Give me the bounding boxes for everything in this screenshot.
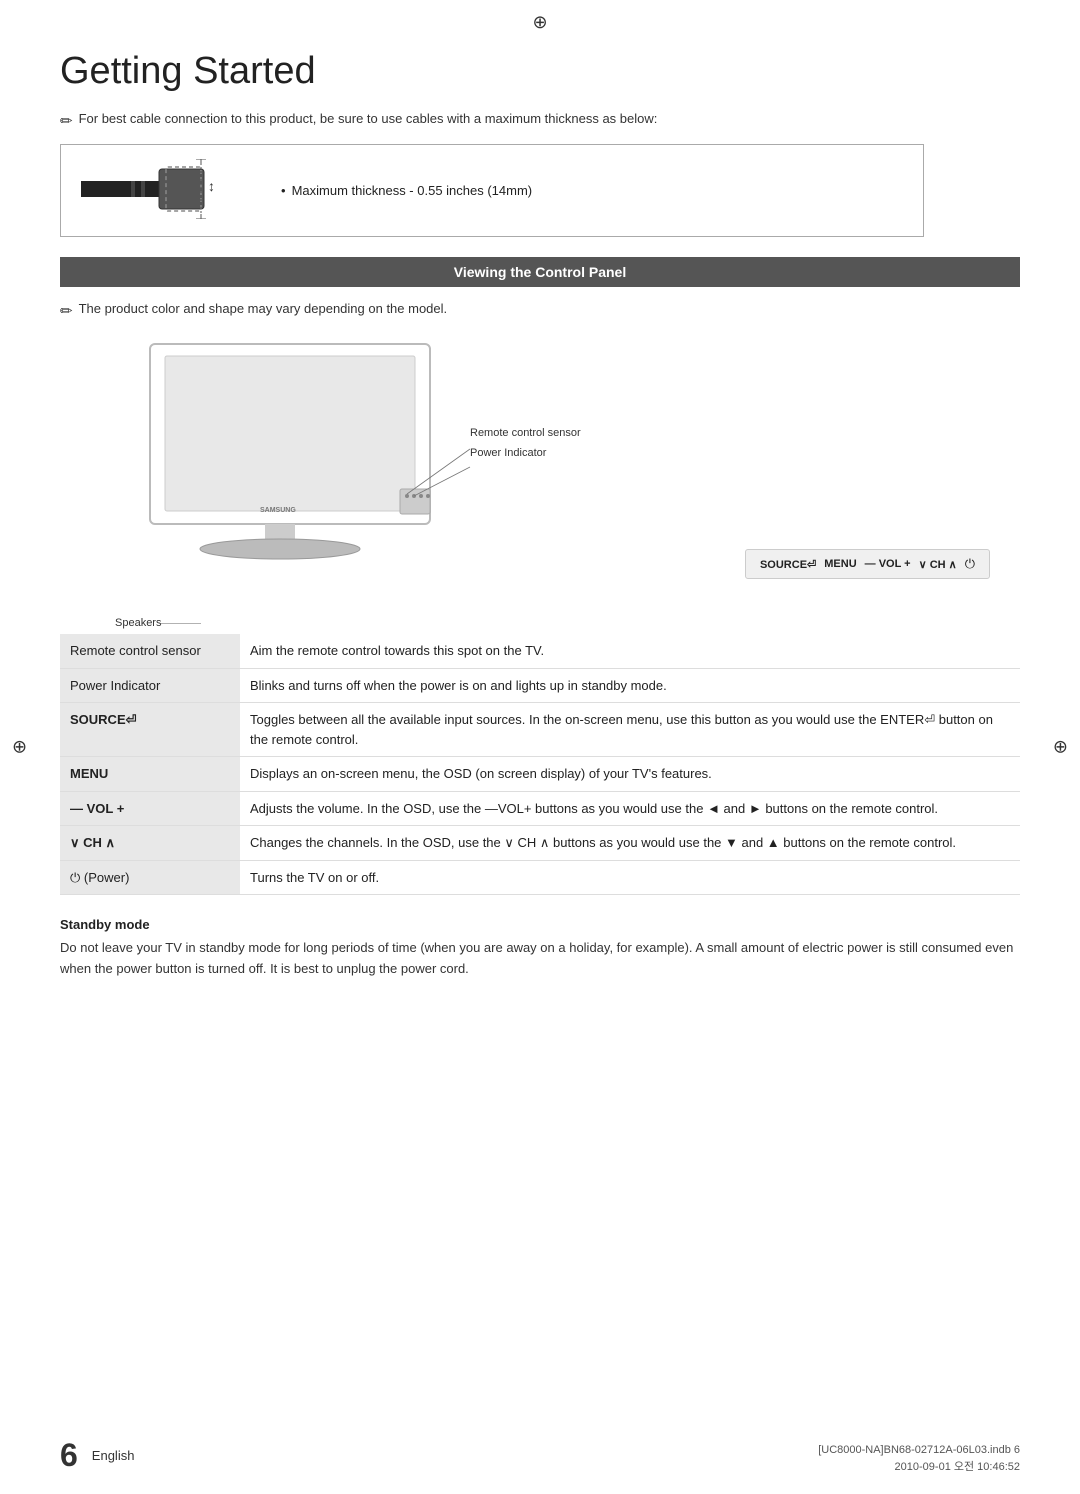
page-title: Getting Started — [60, 50, 1020, 93]
footer-date: 2010-09-01 오전 10:46:52 — [895, 1458, 1020, 1474]
reg-mark-left: ⊕ — [12, 737, 27, 758]
table-row: ⏻ (Power)Turns the TV on or off. — [60, 860, 1020, 895]
table-row: SOURCE⏎Toggles between all the available… — [60, 703, 1020, 757]
footer: 6 English [UC8000-NA]BN68-02712A-06L03.i… — [0, 1437, 1080, 1474]
standby-section: Standby mode Do not leave your TV in sta… — [60, 917, 1020, 980]
vol-button-label: — VOL + — [865, 558, 911, 570]
tv-illustration: SAMSUNG — [110, 334, 490, 594]
ch-button-label: ∨ CH ∧ — [919, 558, 957, 571]
remote-sensor-label: Remote control sensor — [470, 424, 581, 439]
table-row: Power IndicatorBlinks and turns off when… — [60, 668, 1020, 703]
table-cell-desc-3: Displays an on-screen menu, the OSD (on … — [240, 757, 1020, 792]
table-cell-label-0: Remote control sensor — [60, 634, 240, 668]
power-indicator-label: Power Indicator — [470, 444, 546, 459]
control-table: Remote control sensorAim the remote cont… — [60, 634, 1020, 895]
footer-left: 6 English — [60, 1437, 134, 1474]
cable-box: ↕ Maximum thickness - 0.55 inches (14mm) — [60, 144, 924, 237]
cable-thickness-label: Maximum thickness - 0.55 inches (14mm) — [281, 183, 532, 198]
table-cell-label-1: Power Indicator — [60, 668, 240, 703]
power-button-label: ⏻ — [965, 556, 975, 572]
table-cell-label-4: — VOL + — [60, 791, 240, 826]
table-cell-desc-0: Aim the remote control towards this spot… — [240, 634, 1020, 668]
table-row: — VOL +Adjusts the volume. In the OSD, u… — [60, 791, 1020, 826]
note1-text: For best cable connection to this produc… — [79, 111, 658, 126]
table-cell-label-2: SOURCE⏎ — [60, 703, 240, 757]
table-cell-desc-1: Blinks and turns off when the power is o… — [240, 668, 1020, 703]
table-cell-desc-5: Changes the channels. In the OSD, use th… — [240, 826, 1020, 861]
note1: ✏ For best cable connection to this prod… — [60, 111, 1020, 130]
table-cell-desc-6: Turns the TV on or off. — [240, 860, 1020, 895]
reg-mark-right: ⊕ — [1053, 737, 1068, 758]
page-number: 6 — [60, 1437, 78, 1474]
table-row: ∨ CH ∧Changes the channels. In the OSD, … — [60, 826, 1020, 861]
table-row: MENUDisplays an on-screen menu, the OSD … — [60, 757, 1020, 792]
footer-right: [UC8000-NA]BN68-02712A-06L03.indb 6 2010… — [818, 1444, 1020, 1474]
reg-mark-top: ⊕ — [532, 12, 547, 33]
table-cell-desc-2: Toggles between all the available input … — [240, 703, 1020, 757]
table-cell-desc-4: Adjusts the volume. In the OSD, use the … — [240, 791, 1020, 826]
note-icon-2: ✏ — [60, 302, 73, 320]
control-buttons-bar: SOURCE⏎ MENU — VOL + ∨ CH ∧ ⏻ — [745, 549, 990, 579]
source-button-label: SOURCE⏎ — [760, 558, 816, 571]
table-cell-label-6: ⏻ (Power) — [60, 860, 240, 895]
note-icon-1: ✏ — [60, 112, 73, 130]
note2-text: The product color and shape may vary dep… — [79, 301, 448, 316]
table-cell-label-3: MENU — [60, 757, 240, 792]
section-header: Viewing the Control Panel — [60, 257, 1020, 287]
svg-text:SAMSUNG: SAMSUNG — [260, 507, 296, 514]
svg-text:↕: ↕ — [208, 178, 215, 194]
footer-file: [UC8000-NA]BN68-02712A-06L03.indb 6 — [818, 1444, 1020, 1456]
footer-language: English — [92, 1448, 135, 1463]
tv-diagram: SAMSUNG Remote control sensor Power Indi… — [60, 334, 1020, 634]
page: ⊕ ⊕ ⊕ Getting Started ✏ For best cable c… — [0, 0, 1080, 1494]
note2: ✏ The product color and shape may vary d… — [60, 301, 1020, 320]
speakers-label-area: Speakers — [115, 617, 201, 629]
standby-heading: Standby mode — [60, 917, 1020, 932]
table-cell-label-5: ∨ CH ∧ — [60, 826, 240, 861]
menu-button-label: MENU — [824, 558, 856, 570]
standby-text: Do not leave your TV in standby mode for… — [60, 938, 1020, 980]
table-row: Remote control sensorAim the remote cont… — [60, 634, 1020, 668]
cable-bullet: Maximum thickness - 0.55 inches (14mm) — [281, 183, 532, 198]
cable-diagram: ↕ — [81, 159, 251, 222]
